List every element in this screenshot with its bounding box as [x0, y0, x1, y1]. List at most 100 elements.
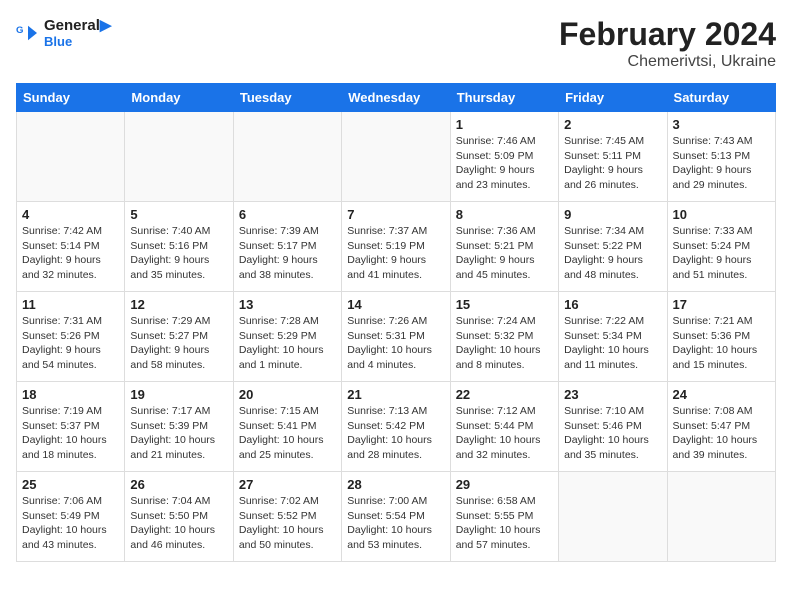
day-cell: 21 Sunrise: 7:13 AM Sunset: 5:42 PM Dayli…	[342, 382, 450, 472]
day-number: 11	[22, 297, 119, 312]
week-row-2: 4 Sunrise: 7:42 AM Sunset: 5:14 PM Daylig…	[17, 202, 776, 292]
day-number: 10	[673, 207, 770, 222]
day-number: 24	[673, 387, 770, 402]
week-row-1: 1 Sunrise: 7:46 AM Sunset: 5:09 PM Daylig…	[17, 112, 776, 202]
day-number: 1	[456, 117, 553, 132]
page-title: February 2024	[559, 16, 776, 53]
day-info: Sunrise: 7:10 AM Sunset: 5:46 PM Dayligh…	[564, 404, 661, 463]
day-info: Sunrise: 6:58 AM Sunset: 5:55 PM Dayligh…	[456, 494, 553, 553]
svg-text:G: G	[16, 25, 23, 36]
calendar-header-row: SundayMondayTuesdayWednesdayThursdayFrid…	[17, 84, 776, 112]
day-cell: 15 Sunrise: 7:24 AM Sunset: 5:32 PM Dayli…	[450, 292, 558, 382]
day-info: Sunrise: 7:29 AM Sunset: 5:27 PM Dayligh…	[130, 314, 227, 373]
title-block: February 2024 Chemerivtsi, Ukraine	[559, 16, 776, 71]
day-cell: 29 Sunrise: 6:58 AM Sunset: 5:55 PM Dayli…	[450, 472, 558, 562]
day-number: 25	[22, 477, 119, 492]
day-cell: 4 Sunrise: 7:42 AM Sunset: 5:14 PM Daylig…	[17, 202, 125, 292]
day-number: 23	[564, 387, 661, 402]
day-number: 8	[456, 207, 553, 222]
day-cell: 22Sunrise: 7:12 AM Sunset: 5:44 PM Dayli…	[450, 382, 558, 472]
day-cell: 25 Sunrise: 7:06 AM Sunset: 5:49 PM Dayli…	[17, 472, 125, 562]
header-saturday: Saturday	[667, 84, 775, 112]
day-number: 3	[673, 117, 770, 132]
day-cell: 16 Sunrise: 7:22 AM Sunset: 5:34 PM Dayli…	[559, 292, 667, 382]
day-info: Sunrise: 7:15 AM Sunset: 5:41 PM Dayligh…	[239, 404, 336, 463]
day-info: Sunrise: 7:19 AM Sunset: 5:37 PM Dayligh…	[22, 404, 119, 463]
day-number: 19	[130, 387, 227, 402]
header-monday: Monday	[125, 84, 233, 112]
day-cell	[233, 112, 341, 202]
day-number: 5	[130, 207, 227, 222]
day-cell	[342, 112, 450, 202]
day-number: 15	[456, 297, 553, 312]
day-cell: 6Sunrise: 7:39 AM Sunset: 5:17 PM Daylig…	[233, 202, 341, 292]
logo-text: General▶ Blue	[44, 16, 111, 49]
day-number: 21	[347, 387, 444, 402]
day-cell: 27Sunrise: 7:02 AM Sunset: 5:52 PM Dayli…	[233, 472, 341, 562]
day-number: 12	[130, 297, 227, 312]
header-friday: Friday	[559, 84, 667, 112]
day-info: Sunrise: 7:43 AM Sunset: 5:13 PM Dayligh…	[673, 134, 770, 193]
day-info: Sunrise: 7:21 AM Sunset: 5:36 PM Dayligh…	[673, 314, 770, 373]
day-number: 7	[347, 207, 444, 222]
logo: G General▶ Blue	[16, 16, 111, 49]
day-cell: 13 Sunrise: 7:28 AM Sunset: 5:29 PM Dayli…	[233, 292, 341, 382]
day-info: Sunrise: 7:33 AM Sunset: 5:24 PM Dayligh…	[673, 224, 770, 283]
day-cell	[17, 112, 125, 202]
day-cell: 20 Sunrise: 7:15 AM Sunset: 5:41 PM Dayli…	[233, 382, 341, 472]
day-cell: 5 Sunrise: 7:40 AM Sunset: 5:16 PM Daylig…	[125, 202, 233, 292]
day-number: 6	[239, 207, 336, 222]
day-cell: 23 Sunrise: 7:10 AM Sunset: 5:46 PM Dayli…	[559, 382, 667, 472]
day-info: Sunrise: 7:34 AM Sunset: 5:22 PM Dayligh…	[564, 224, 661, 283]
day-info: Sunrise: 7:13 AM Sunset: 5:42 PM Dayligh…	[347, 404, 444, 463]
day-number: 2	[564, 117, 661, 132]
day-number: 16	[564, 297, 661, 312]
day-number: 29	[456, 477, 553, 492]
day-number: 20	[239, 387, 336, 402]
day-info: Sunrise: 7:31 AM Sunset: 5:26 PM Dayligh…	[22, 314, 119, 373]
day-number: 22	[456, 387, 553, 402]
day-cell: 28 Sunrise: 7:00 AM Sunset: 5:54 PM Dayli…	[342, 472, 450, 562]
header-wednesday: Wednesday	[342, 84, 450, 112]
day-cell	[667, 472, 775, 562]
day-cell: 7Sunrise: 7:37 AM Sunset: 5:19 PM Daylig…	[342, 202, 450, 292]
day-info: Sunrise: 7:42 AM Sunset: 5:14 PM Dayligh…	[22, 224, 119, 283]
day-number: 13	[239, 297, 336, 312]
page-header: G General▶ Blue February 2024 Chemerivts…	[16, 16, 776, 71]
day-cell: 24 Sunrise: 7:08 AM Sunset: 5:47 PM Dayli…	[667, 382, 775, 472]
day-number: 26	[130, 477, 227, 492]
day-cell: 3 Sunrise: 7:43 AM Sunset: 5:13 PM Daylig…	[667, 112, 775, 202]
day-cell: 8 Sunrise: 7:36 AM Sunset: 5:21 PM Daylig…	[450, 202, 558, 292]
header-thursday: Thursday	[450, 84, 558, 112]
day-info: Sunrise: 7:00 AM Sunset: 5:54 PM Dayligh…	[347, 494, 444, 553]
day-number: 17	[673, 297, 770, 312]
day-cell	[125, 112, 233, 202]
day-info: Sunrise: 7:40 AM Sunset: 5:16 PM Dayligh…	[130, 224, 227, 283]
day-cell: 26Sunrise: 7:04 AM Sunset: 5:50 PM Dayli…	[125, 472, 233, 562]
day-info: Sunrise: 7:28 AM Sunset: 5:29 PM Dayligh…	[239, 314, 336, 373]
day-cell: 11 Sunrise: 7:31 AM Sunset: 5:26 PM Dayli…	[17, 292, 125, 382]
day-info: Sunrise: 7:17 AM Sunset: 5:39 PM Dayligh…	[130, 404, 227, 463]
day-info: Sunrise: 7:08 AM Sunset: 5:47 PM Dayligh…	[673, 404, 770, 463]
day-cell: 10 Sunrise: 7:33 AM Sunset: 5:24 PM Dayli…	[667, 202, 775, 292]
day-info: Sunrise: 7:45 AM Sunset: 5:11 PM Dayligh…	[564, 134, 661, 193]
day-info: Sunrise: 7:06 AM Sunset: 5:49 PM Dayligh…	[22, 494, 119, 553]
day-info: Sunrise: 7:36 AM Sunset: 5:21 PM Dayligh…	[456, 224, 553, 283]
day-cell	[559, 472, 667, 562]
day-info: Sunrise: 7:24 AM Sunset: 5:32 PM Dayligh…	[456, 314, 553, 373]
day-cell: 17 Sunrise: 7:21 AM Sunset: 5:36 PM Dayli…	[667, 292, 775, 382]
calendar-table: SundayMondayTuesdayWednesdayThursdayFrid…	[16, 83, 776, 562]
day-cell: 19 Sunrise: 7:17 AM Sunset: 5:39 PM Dayli…	[125, 382, 233, 472]
week-row-5: 25 Sunrise: 7:06 AM Sunset: 5:49 PM Dayli…	[17, 472, 776, 562]
header-sunday: Sunday	[17, 84, 125, 112]
day-info: Sunrise: 7:26 AM Sunset: 5:31 PM Dayligh…	[347, 314, 444, 373]
week-row-3: 11 Sunrise: 7:31 AM Sunset: 5:26 PM Dayli…	[17, 292, 776, 382]
day-info: Sunrise: 7:46 AM Sunset: 5:09 PM Dayligh…	[456, 134, 553, 193]
day-cell: 12 Sunrise: 7:29 AM Sunset: 5:27 PM Dayli…	[125, 292, 233, 382]
day-number: 4	[22, 207, 119, 222]
day-cell: 9Sunrise: 7:34 AM Sunset: 5:22 PM Daylig…	[559, 202, 667, 292]
day-number: 14	[347, 297, 444, 312]
day-number: 28	[347, 477, 444, 492]
day-info: Sunrise: 7:22 AM Sunset: 5:34 PM Dayligh…	[564, 314, 661, 373]
day-cell: 1 Sunrise: 7:46 AM Sunset: 5:09 PM Daylig…	[450, 112, 558, 202]
